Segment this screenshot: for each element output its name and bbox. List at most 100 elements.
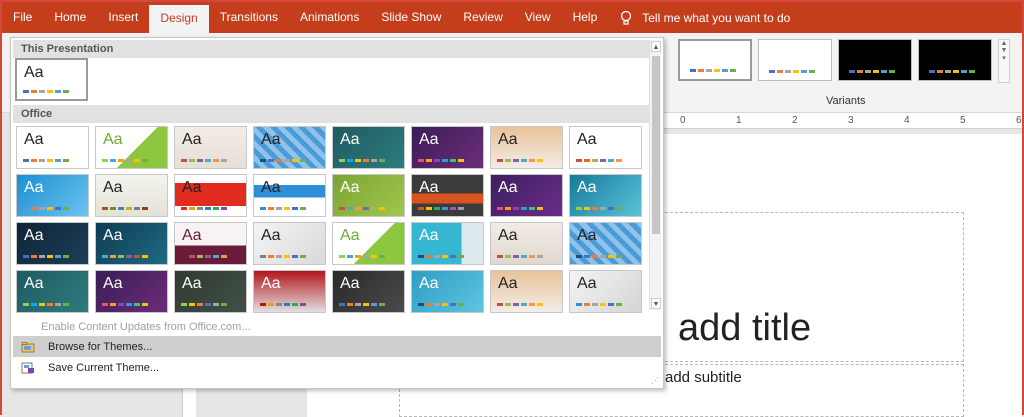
theme-aa-label: Aa (182, 131, 202, 148)
office-theme-thumbnail[interactable]: Aa (95, 126, 168, 169)
variant-color-bars (849, 70, 895, 73)
theme-color-bars (102, 255, 148, 258)
office-theme-thumbnail[interactable]: Aa (16, 174, 89, 217)
variant-thumbnail[interactable] (838, 39, 912, 81)
theme-aa-label: Aa (24, 227, 44, 244)
tab-file[interactable]: File (2, 2, 43, 33)
office-theme-thumbnail[interactable]: Aa (332, 174, 405, 217)
office-theme-thumbnail[interactable]: Aa (253, 222, 326, 265)
office-theme-thumbnail[interactable]: Aa (95, 270, 168, 313)
horizontal-ruler: 0 1 2 3 4 5 6 (662, 113, 1022, 129)
office-theme-thumbnail[interactable]: Aa (569, 270, 642, 313)
save-current-theme-item[interactable]: Save Current Theme... (13, 357, 661, 378)
office-theme-thumbnail[interactable]: Aa (174, 222, 247, 265)
office-theme-thumbnail[interactable]: Aa (569, 222, 642, 265)
office-theme-thumbnail[interactable]: Aa (332, 270, 405, 313)
this-presentation-theme[interactable]: Aa (15, 58, 88, 101)
office-theme-thumbnail[interactable]: Aa (490, 174, 563, 217)
office-theme-thumbnail[interactable]: Aa (569, 174, 642, 217)
office-theme-thumbnail[interactable]: Aa (332, 222, 405, 265)
subtitle-text[interactable]: add subtitle (665, 369, 742, 386)
theme-aa-label: Aa (261, 275, 281, 292)
theme-color-bars (23, 303, 69, 306)
scroll-thumb[interactable] (652, 56, 660, 234)
office-theme-thumbnail[interactable]: Aa (174, 270, 247, 313)
office-theme-thumbnail[interactable]: Aa (253, 270, 326, 313)
tab-help[interactable]: Help (562, 2, 609, 33)
office-theme-thumbnail[interactable]: Aa (16, 222, 89, 265)
theme-aa-label: Aa (24, 131, 44, 148)
office-theme-thumbnail[interactable]: Aa (95, 222, 168, 265)
theme-aa-label: Aa (24, 64, 44, 81)
theme-color-bars (181, 159, 227, 162)
slide-thumbnail-pane (2, 387, 302, 417)
theme-color-bars (497, 207, 543, 210)
theme-color-bars (497, 303, 543, 306)
office-theme-thumbnail[interactable]: Aa (411, 174, 484, 217)
variants-scroll[interactable]: ▲ ▼ ▾ (998, 39, 1010, 83)
theme-aa-label: Aa (182, 179, 202, 196)
theme-aa-label: Aa (419, 227, 439, 244)
theme-aa-label: Aa (340, 179, 360, 196)
vertical-ruler (182, 387, 196, 417)
theme-aa-label: Aa (340, 131, 360, 148)
theme-aa-label: Aa (498, 275, 518, 292)
tell-me-search[interactable]: Tell me what you want to do (620, 10, 790, 26)
theme-aa-label: Aa (498, 227, 518, 244)
tell-me-text: Tell me what you want to do (642, 10, 791, 25)
theme-aa-label: Aa (261, 227, 281, 244)
office-theme-thumbnail[interactable]: Aa (95, 174, 168, 217)
enable-content-updates-item: Enable Content Updates from Office.com..… (13, 316, 661, 337)
office-theme-thumbnail[interactable]: Aa (490, 270, 563, 313)
variant-thumbnail[interactable] (758, 39, 832, 81)
office-theme-thumbnail[interactable]: Aa (332, 126, 405, 169)
theme-color-bars (23, 207, 69, 210)
theme-aa-label: Aa (498, 179, 518, 196)
office-theme-thumbnail[interactable]: Aa (174, 174, 247, 217)
office-theme-thumbnail[interactable]: Aa (253, 174, 326, 217)
tab-transitions[interactable]: Transitions (209, 2, 289, 33)
office-theme-thumbnail[interactable]: Aa (411, 126, 484, 169)
tab-view[interactable]: View (514, 2, 562, 33)
browse-for-themes-item[interactable]: Browse for Themes... (13, 336, 661, 357)
office-theme-thumbnail[interactable]: Aa (16, 126, 89, 169)
theme-aa-label: Aa (498, 131, 518, 148)
office-theme-thumbnail[interactable]: Aa (490, 222, 563, 265)
theme-color-bars (181, 207, 227, 210)
theme-color-bars (339, 159, 385, 162)
gallery-scrollbar[interactable]: ▲ ▼ (649, 40, 661, 310)
tab-slide-show[interactable]: Slide Show (370, 2, 452, 33)
variant-thumbnail[interactable] (678, 39, 752, 81)
tab-design[interactable]: Design (149, 5, 209, 33)
office-theme-thumbnail[interactable]: Aa (253, 126, 326, 169)
tab-insert[interactable]: Insert (97, 2, 149, 33)
lightbulb-icon (621, 10, 632, 25)
theme-color-bars (576, 159, 622, 162)
variant-color-bars (690, 69, 736, 72)
resize-grip-icon[interactable]: ⋰ (651, 376, 659, 385)
theme-color-bars (260, 159, 306, 162)
office-theme-thumbnail[interactable]: Aa (411, 270, 484, 313)
ruler-label: 5 (960, 115, 966, 126)
office-theme-thumbnail[interactable]: Aa (569, 126, 642, 169)
office-theme-thumbnail[interactable]: Aa (490, 126, 563, 169)
theme-aa-label: Aa (577, 275, 597, 292)
variant-thumbnail[interactable] (918, 39, 992, 81)
theme-aa-label: Aa (419, 179, 439, 196)
office-theme-thumbnail[interactable]: Aa (174, 126, 247, 169)
office-theme-thumbnail[interactable]: Aa (16, 270, 89, 313)
scroll-up-icon[interactable]: ▲ (651, 41, 661, 52)
browse-label: Browse for Themes... (48, 340, 153, 353)
tab-home[interactable]: Home (43, 2, 97, 33)
theme-color-bars (102, 303, 148, 306)
title-text[interactable]: add title (678, 307, 811, 350)
ruler-label: 3 (848, 115, 854, 126)
scroll-down-icon[interactable]: ▼ (651, 298, 661, 309)
tab-animations[interactable]: Animations (289, 2, 370, 33)
tab-review[interactable]: Review (452, 2, 513, 33)
theme-color-bars (102, 207, 148, 210)
office-theme-thumbnail[interactable]: Aa (411, 222, 484, 265)
theme-color-bars (23, 90, 69, 93)
theme-color-bars (339, 303, 385, 306)
theme-color-bars (576, 303, 622, 306)
